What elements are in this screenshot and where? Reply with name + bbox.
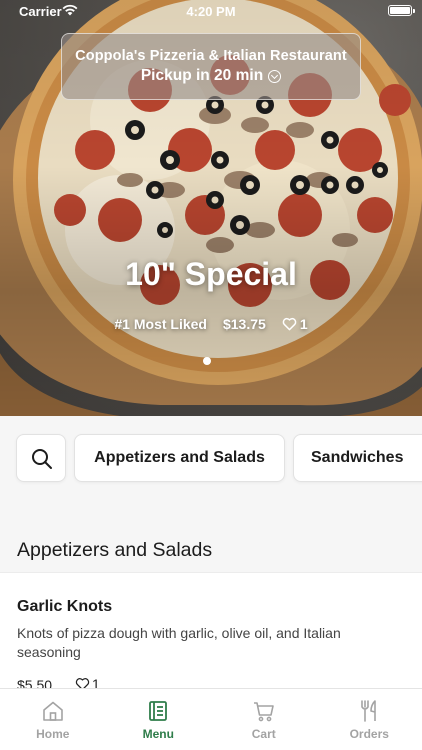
tab-orders[interactable]: Orders bbox=[317, 689, 422, 750]
cart-icon bbox=[253, 702, 274, 722]
chevron-down-icon bbox=[268, 69, 282, 83]
tab-home-label: Home bbox=[36, 727, 70, 741]
featured-price: $13.75 bbox=[222, 316, 266, 332]
tab-cart-label: Cart bbox=[251, 727, 276, 741]
menu-item-card[interactable]: Garlic Knots Knots of pizza dough with g… bbox=[0, 572, 422, 693]
tab-orders-label: Orders bbox=[349, 727, 389, 741]
featured-rank: #1 Most Liked bbox=[114, 316, 207, 332]
search-icon bbox=[32, 449, 52, 469]
tab-menu-label: Menu bbox=[142, 727, 174, 741]
heart-icon bbox=[282, 317, 297, 331]
store-pickup-card[interactable]: Coppola's Pizzeria & Italian Restaurant … bbox=[61, 33, 361, 100]
search-button[interactable] bbox=[16, 434, 66, 482]
section-title: Appetizers and Salads bbox=[17, 539, 213, 561]
store-name: Coppola's Pizzeria & Italian Restaurant bbox=[75, 48, 347, 64]
tab-cart[interactable]: Cart bbox=[211, 689, 317, 750]
featured-meta: #1 Most Liked $13.75 1 bbox=[0, 316, 422, 332]
carousel-page-indicator[interactable] bbox=[203, 357, 211, 365]
status-bar: Carrier 4:20 PM bbox=[0, 0, 422, 22]
menu-book-icon bbox=[149, 701, 168, 721]
fork-knife-icon bbox=[361, 700, 377, 722]
category-chip-sandwiches[interactable]: Sandwiches bbox=[293, 434, 422, 482]
featured-title: 10" Special bbox=[125, 256, 297, 292]
featured-like-count: 1 bbox=[299, 316, 308, 332]
item-name: Garlic Knots bbox=[17, 598, 113, 615]
pickup-time: Pickup in 20 min bbox=[140, 67, 264, 84]
category-bar: Appetizers and Salads Sandwiches Appetiz… bbox=[0, 416, 422, 572]
clock: 4:20 PM bbox=[186, 4, 236, 19]
tab-menu[interactable]: Menu bbox=[106, 689, 212, 750]
category-chip-appetizers[interactable]: Appetizers and Salads bbox=[74, 434, 285, 482]
tab-home[interactable]: Home bbox=[0, 689, 106, 750]
bottom-tab-bar: Home Menu Cart Orders bbox=[0, 688, 422, 750]
featured-likes[interactable]: 1 bbox=[282, 316, 308, 332]
battery-icon bbox=[388, 5, 415, 16]
item-description: Knots of pizza dough with garlic, olive … bbox=[17, 625, 341, 660]
featured-hero[interactable]: Carrier 4:20 PM Coppola's Pizzeria & Ita… bbox=[0, 0, 422, 416]
home-icon bbox=[42, 701, 63, 721]
